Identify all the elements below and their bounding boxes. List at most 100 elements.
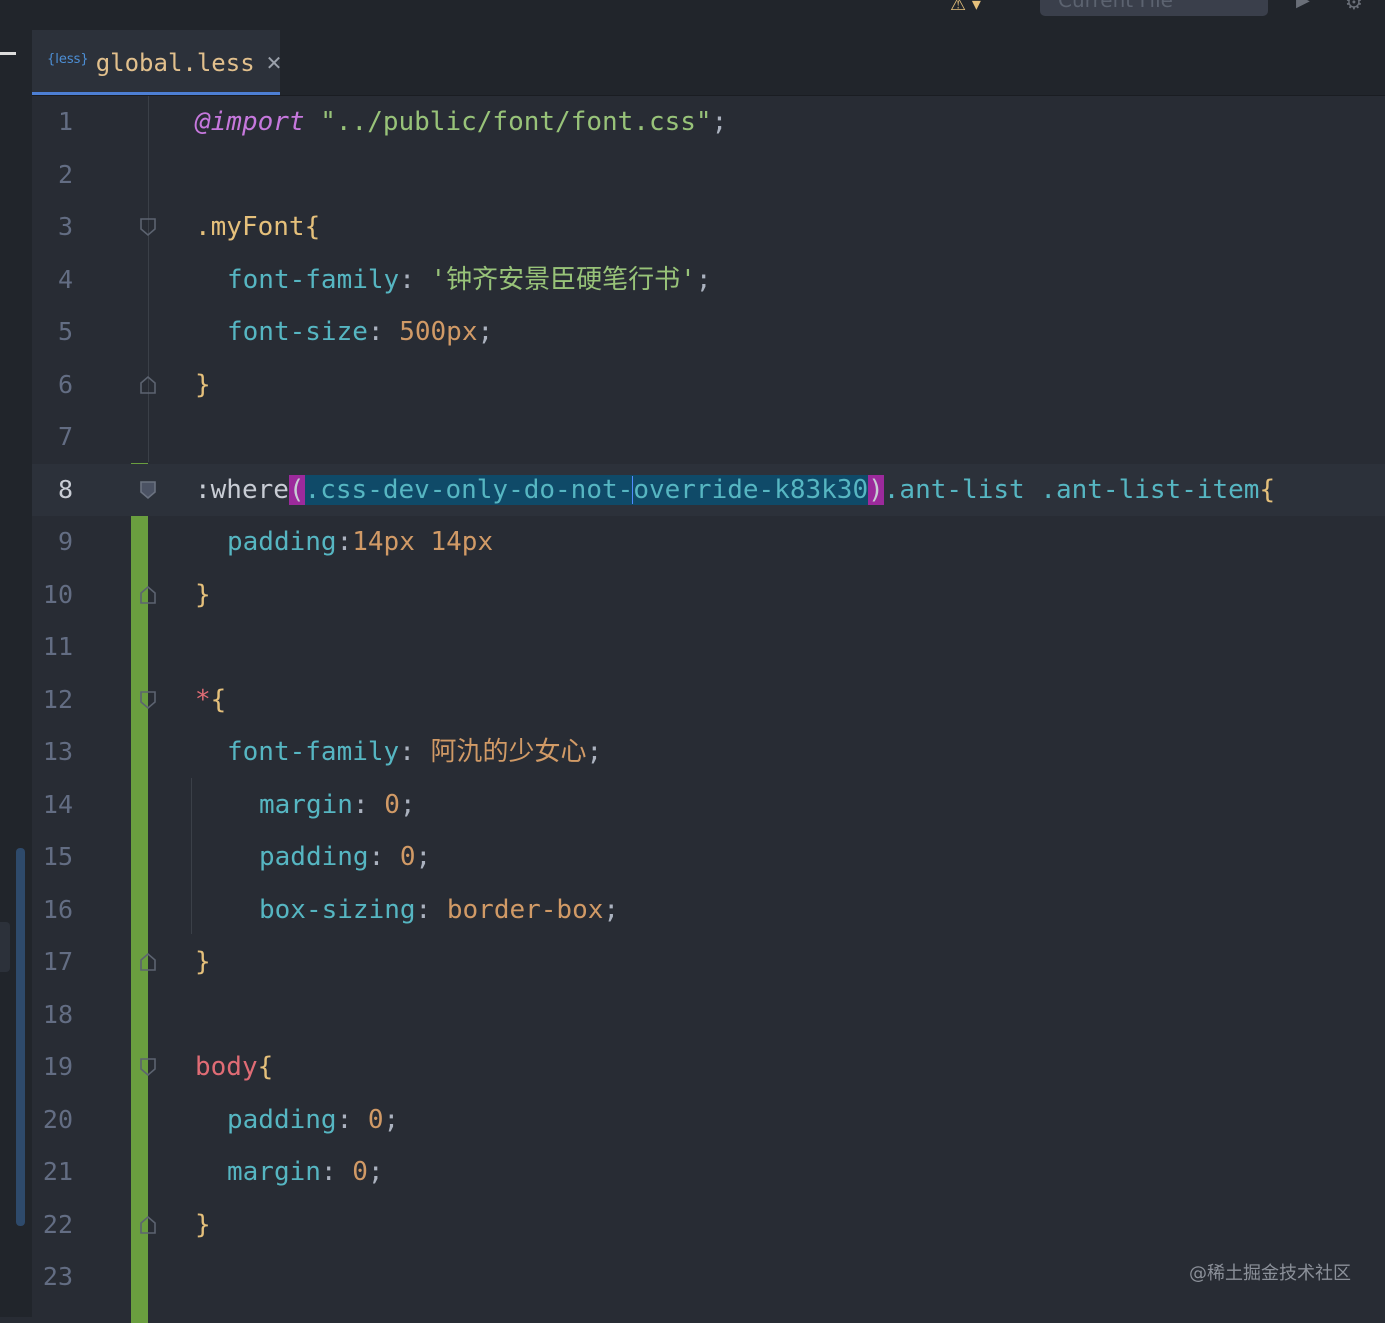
line-number: 1 [57, 107, 73, 136]
line-number: 17 [42, 947, 73, 976]
line-number: 15 [42, 842, 73, 871]
fold-end-icon[interactable] [139, 952, 157, 972]
line-number: 11 [42, 632, 73, 661]
code-text: } [195, 359, 211, 412]
gear-icon[interactable]: ⚙ [1345, 0, 1363, 14]
punctuation: : [399, 737, 431, 767]
tag-selector: body [195, 1052, 258, 1082]
punctuation: ; [586, 737, 603, 767]
code-line[interactable]: 19 body{ [32, 1041, 1385, 1094]
brace: { [257, 1052, 274, 1082]
warning-icon[interactable]: ⚠ ▾ [950, 0, 981, 15]
code-line[interactable]: 20 padding: 0; [32, 1094, 1385, 1147]
fold-end-icon[interactable] [139, 585, 157, 605]
code-line[interactable]: 1 @import "../public/font/font.css"; [32, 96, 1385, 149]
line-number: 6 [57, 369, 73, 399]
line-number: 8 [57, 474, 73, 504]
number-value: 0 [384, 789, 400, 820]
line-number: 9 [57, 527, 73, 556]
line-number: 10 [42, 579, 73, 609]
run-config-select[interactable]: Current File [1040, 0, 1268, 16]
code-line[interactable]: 4 font-family: '钟齐安景臣硬笔行书'; [32, 254, 1385, 307]
punctuation: ; [415, 842, 432, 872]
line-number: 7 [57, 422, 73, 451]
code-text: box-sizing: border-box; [259, 884, 619, 937]
punctuation: : [336, 1104, 368, 1135]
property: font-family [227, 264, 400, 295]
line-number: 21 [42, 1157, 73, 1186]
fold-icon[interactable] [139, 480, 157, 500]
code-line[interactable]: 21 margin: 0; [32, 1146, 1385, 1199]
line-number: 23 [42, 1262, 73, 1291]
code-line[interactable]: 13 font-family: 阿氿的少女心; [32, 726, 1385, 779]
tab-global-less[interactable]: {less} global.less ✕ [32, 30, 283, 95]
strip-scrollbar[interactable] [16, 848, 25, 1226]
property: font-family [227, 737, 400, 767]
code-text: body{ [195, 1041, 273, 1094]
fold-end-icon[interactable] [139, 1215, 157, 1235]
fold-end-icon[interactable] [139, 375, 157, 395]
code-line[interactable]: 12 *{ [32, 674, 1385, 727]
code-line[interactable]: 14 margin: 0; [32, 779, 1385, 832]
line-number: 5 [57, 317, 73, 346]
strip-indicator[interactable] [0, 52, 16, 55]
code-editor[interactable]: 1 @import "../public/font/font.css"; 2 3… [32, 96, 1385, 1323]
punctuation: ; [695, 264, 712, 295]
code-line[interactable]: 10 } [32, 569, 1385, 622]
close-icon[interactable]: ✕ [266, 51, 283, 75]
pseudo-class: :where [195, 474, 289, 505]
code-line[interactable]: 5 font-size: 500px; [32, 306, 1385, 359]
code-line[interactable]: 15 padding: 0; [32, 831, 1385, 884]
brace: } [195, 369, 211, 400]
class-selector: .ant-list .ant-list-item [883, 474, 1260, 505]
universal-selector: * [195, 684, 211, 715]
selected-text: .css-dev-only-do-not- [304, 474, 634, 505]
code-text: font-family: 阿氿的少女心; [227, 726, 602, 779]
property: padding [227, 527, 337, 557]
brace: } [195, 1209, 211, 1240]
code-line[interactable]: 17 } [32, 936, 1385, 989]
line-number: 16 [42, 894, 73, 924]
code-text: .myFont{ [195, 201, 320, 254]
code-text: } [195, 569, 211, 622]
string-literal: '钟齐安景臣硬笔行书' [430, 264, 696, 295]
punctuation: ; [711, 107, 728, 137]
line-number: 14 [42, 789, 73, 819]
punctuation: : [320, 1157, 353, 1187]
punctuation: : [336, 527, 353, 557]
number-value: 0 [352, 1157, 368, 1187]
line-number: 2 [57, 159, 73, 189]
strip-handle[interactable] [0, 922, 10, 972]
property: padding [227, 1104, 337, 1135]
code-text: *{ [195, 674, 226, 727]
punctuation: : [415, 894, 447, 925]
code-line[interactable]: 7 [32, 411, 1385, 464]
code-line[interactable]: 6 } [32, 359, 1385, 412]
code-line[interactable]: 18 [32, 989, 1385, 1042]
code-text: :where(.css-dev-only-do-not-override-k83… [195, 464, 1275, 517]
code-line[interactable]: 23 [32, 1251, 1385, 1304]
fold-icon[interactable] [139, 690, 157, 710]
property: padding [259, 842, 369, 872]
number-value: 0 [367, 1104, 384, 1135]
punctuation: : [399, 264, 431, 295]
code-line[interactable]: 9 padding:14px 14px [32, 516, 1385, 569]
code-line[interactable]: 16 box-sizing: border-box; [32, 884, 1385, 937]
code-line[interactable]: 2 [32, 149, 1385, 202]
code-text: padding: 0; [227, 1094, 399, 1147]
fold-icon[interactable] [139, 1057, 157, 1077]
code-line[interactable]: 11 [32, 621, 1385, 674]
code-text: padding: 0; [259, 831, 431, 884]
string-literal: "../public/font/font.css" [320, 107, 712, 137]
fold-icon[interactable] [139, 217, 157, 237]
code-text: margin: 0; [227, 1146, 384, 1199]
run-icon[interactable]: ▶ [1296, 0, 1310, 11]
code-line[interactable]: 3 .myFont{ [32, 201, 1385, 254]
code-line-current[interactable]: 8 :where(.css-dev-only-do-not-override-k… [32, 463, 1385, 517]
active-tab-indicator [32, 92, 280, 95]
code-text: font-size: 500px; [227, 306, 493, 359]
code-text: padding:14px 14px [227, 516, 493, 569]
punctuation: ; [367, 1157, 384, 1187]
code-line[interactable]: 22 } [32, 1199, 1385, 1252]
punctuation: : [352, 789, 385, 820]
